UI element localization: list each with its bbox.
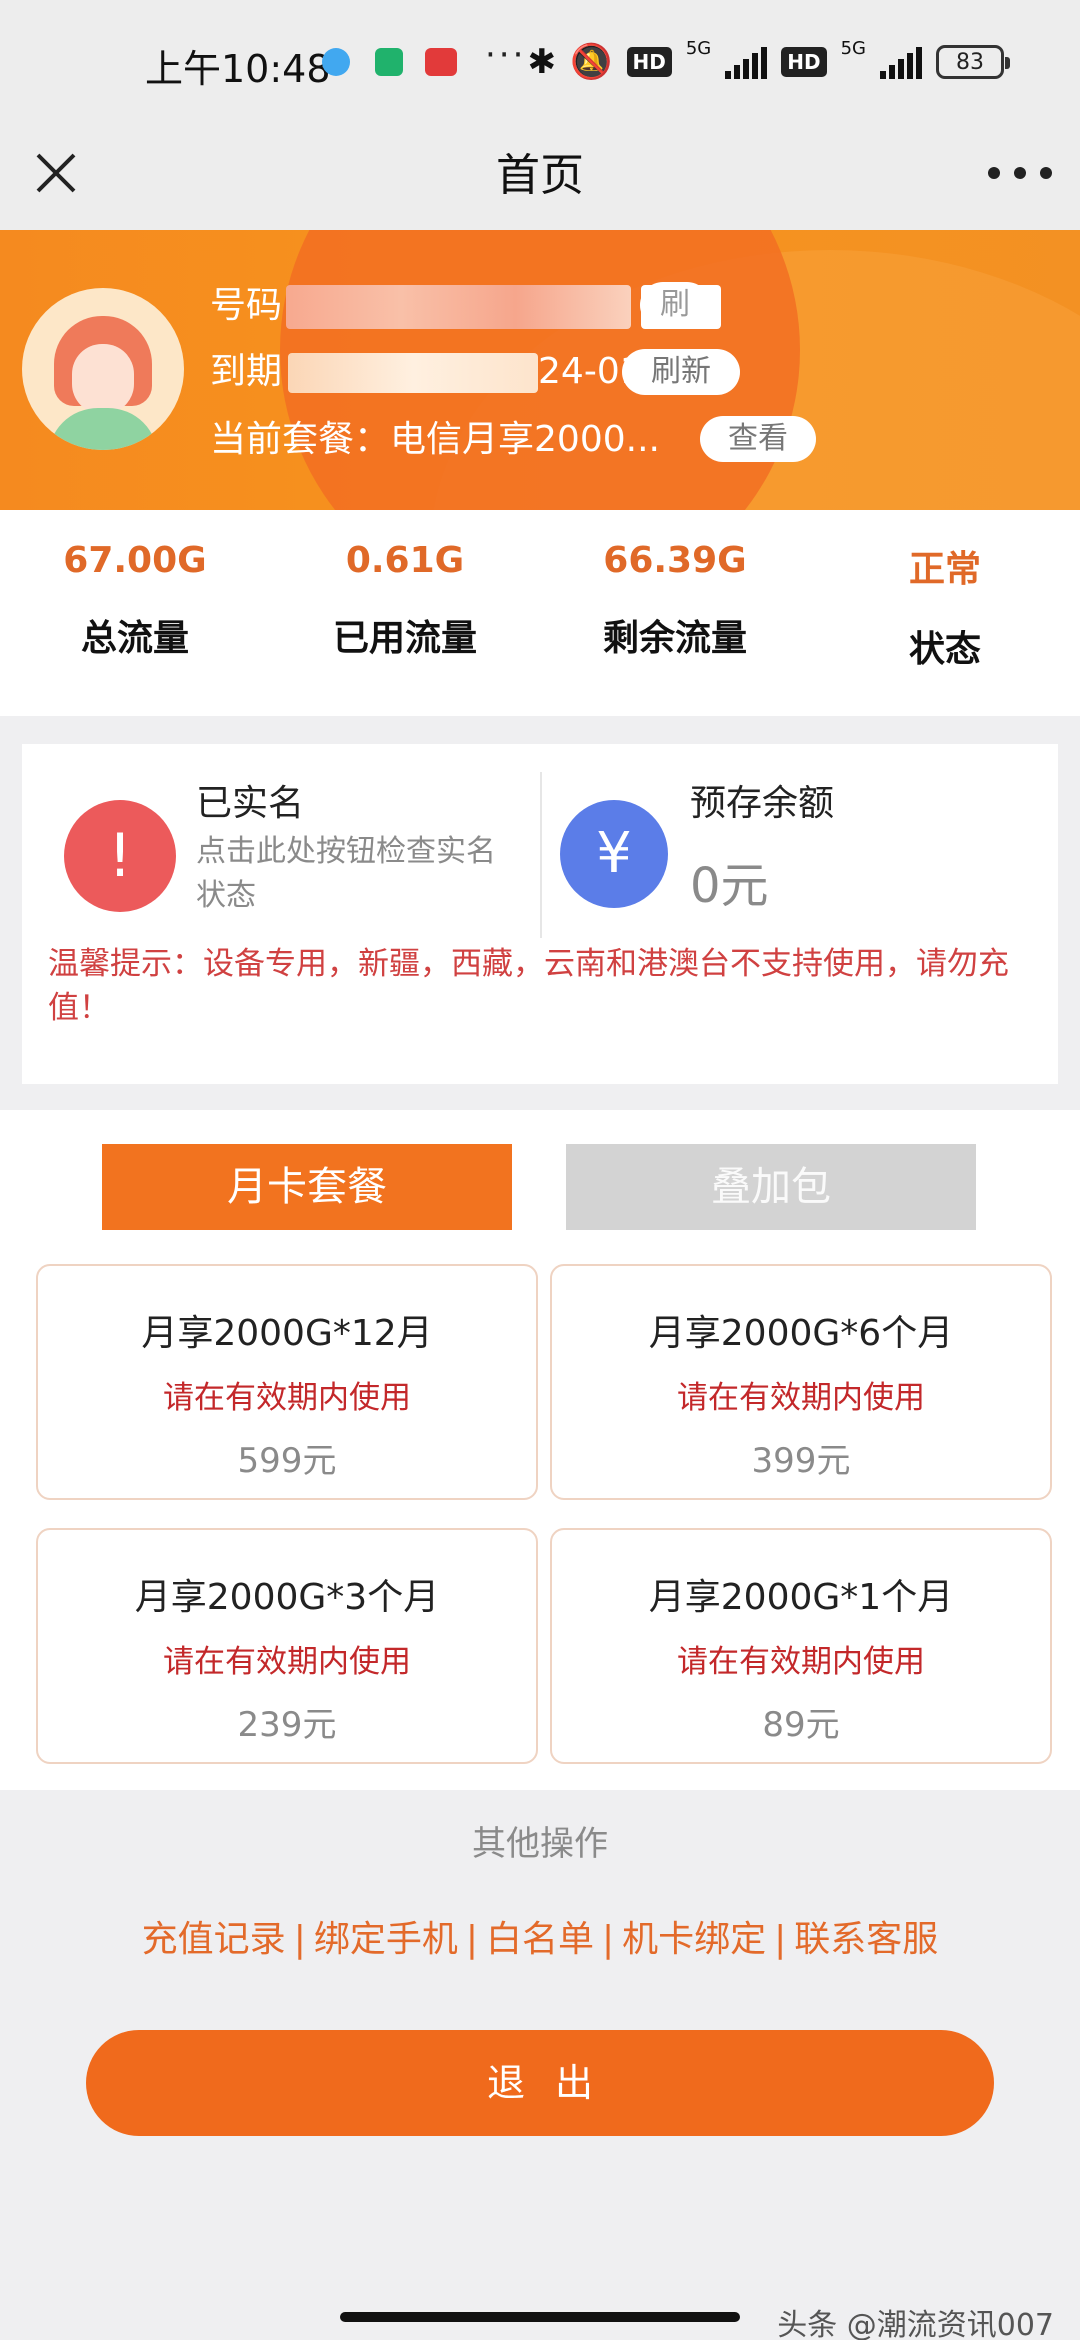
view-plan-button[interactable]: 查看 [700, 416, 816, 462]
status-right: ✱ 🔕 HD 5G HD 5G 83 [527, 38, 1010, 82]
package-note: 请在有效期内使用 [677, 1380, 925, 1416]
status-bar: 上午10:48 ··· ✱ 🔕 HD 5G HD 5G 83 [0, 0, 1080, 125]
info-card: ! 已实名 点击此处按钮检查实名状态 ¥ 预存余额 0元 温馨提示：设备专用，新… [22, 744, 1058, 1084]
plan-row: 当前套餐：电信月享2000... [210, 410, 660, 462]
ops-links: 充值记录 | 绑定手机 | 白名单 | 机卡绑定 | 联系客服 [0, 1910, 1080, 1962]
package-price: 89元 [762, 1705, 840, 1745]
more-menu-icon[interactable] [988, 151, 1052, 195]
verification-title: 已实名 [196, 783, 305, 824]
refresh-button[interactable]: 刷新 [622, 349, 740, 395]
package-card[interactable]: 月享2000G*1个月 请在有效期内使用 89元 [550, 1528, 1052, 1764]
page-title: 首页 [496, 150, 584, 201]
phone-label: 号码 [210, 285, 283, 326]
package-card[interactable]: 月享2000G*12月 请在有效期内使用 599元 [36, 1264, 538, 1500]
logout-button[interactable]: 退出 [86, 2030, 994, 2136]
recharge-history-link[interactable]: 充值记录 [142, 1919, 286, 1960]
yen-icon: ¥ [560, 800, 668, 908]
hd-badge-2: HD [781, 47, 827, 77]
separator: | [774, 1919, 787, 1960]
account-header: 号码 刷 到期 24-01-01 刷新 当前套餐：电信月享2000... 查看 [0, 230, 1080, 510]
plan-value: 电信月享2000... [390, 419, 660, 460]
traffic-stats: 67.00G 总流量 0.61G 已用流量 66.39G 剩余流量 正常 状态 [0, 510, 1080, 716]
battery-icon: 83 [936, 45, 1010, 79]
package-name: 月享2000G*1个月 [648, 1577, 954, 1618]
verification-hint[interactable]: 点击此处按钮检查实名状态 [196, 830, 496, 918]
separator: | [293, 1919, 306, 1960]
stat-total: 67.00G 总流量 [0, 510, 270, 716]
contact-support-link[interactable]: 联系客服 [794, 1919, 938, 1960]
stat-value: 67.00G [63, 540, 207, 581]
bluetooth-icon: ✱ [527, 42, 557, 82]
stat-label: 状态 [908, 629, 981, 670]
package-section: 月卡套餐 叠加包 月享2000G*12月 请在有效期内使用 599元 月享200… [0, 1110, 1080, 1790]
package-note: 请在有效期内使用 [163, 1644, 411, 1680]
stat-label: 剩余流量 [602, 618, 747, 659]
divider [540, 772, 542, 938]
package-name: 月享2000G*3个月 [134, 1577, 440, 1618]
device-binding-link[interactable]: 机卡绑定 [622, 1919, 766, 1960]
package-card[interactable]: 月享2000G*6个月 请在有效期内使用 399元 [550, 1264, 1052, 1500]
package-name: 月享2000G*12月 [141, 1313, 433, 1354]
package-name: 月享2000G*6个月 [648, 1313, 954, 1354]
package-note: 请在有效期内使用 [677, 1644, 925, 1680]
tab-monthly[interactable]: 月卡套餐 [102, 1144, 512, 1230]
stat-status: 正常 状态 [810, 510, 1080, 716]
separator: | [465, 1919, 478, 1960]
plan-label: 当前套餐： [210, 419, 391, 460]
app-icon [425, 48, 457, 76]
package-note: 请在有效期内使用 [163, 1380, 411, 1416]
stat-value: 正常 [908, 549, 981, 590]
whitelist-link[interactable]: 白名单 [486, 1919, 594, 1960]
hd-badge-1: HD [626, 47, 672, 77]
expiry-label: 到期 [210, 351, 283, 392]
tab-addon[interactable]: 叠加包 [566, 1144, 976, 1230]
more-notifications: ··· [485, 35, 527, 75]
expiry-redacted [288, 353, 539, 393]
package-price: 399元 [751, 1441, 851, 1481]
stat-label: 总流量 [80, 618, 189, 659]
watermark: 头条 @潮流资讯007 [777, 2308, 1054, 2340]
mute-icon: 🔕 [570, 42, 613, 82]
network-type-1: 5G [685, 37, 712, 59]
stat-value: 0.61G [345, 540, 465, 581]
alert-icon[interactable]: ! [64, 800, 176, 912]
home-indicator[interactable] [340, 2312, 740, 2322]
phone-refresh-button[interactable]: 刷 [640, 282, 710, 328]
other-ops-title: 其他操作 [472, 1824, 608, 1864]
warning-text: 温馨提示：设备专用，新疆，西藏，云南和港澳台不支持使用，请勿充值！ [48, 946, 1009, 1026]
package-card[interactable]: 月享2000G*3个月 请在有效期内使用 239元 [36, 1528, 538, 1764]
telegram-icon [322, 48, 350, 76]
signal-icon-2 [880, 45, 922, 79]
stat-remaining: 66.39G 剩余流量 [540, 510, 810, 716]
status-time: 上午10:48 [145, 47, 331, 91]
separator: | [602, 1919, 615, 1960]
package-price: 239元 [237, 1705, 337, 1745]
stat-used: 0.61G 已用流量 [270, 510, 540, 716]
nav-bar: 首页 [0, 125, 1080, 230]
network-type-2: 5G [840, 37, 866, 59]
download-icon [375, 48, 403, 76]
deposit-title: 预存余额 [690, 783, 835, 824]
package-price: 599元 [237, 1441, 337, 1481]
bind-phone-link[interactable]: 绑定手机 [314, 1919, 458, 1960]
phone-redacted [286, 285, 632, 329]
deposit-value: 0元 [690, 858, 769, 914]
signal-icon [725, 45, 768, 79]
stat-label: 已用流量 [332, 618, 477, 659]
stat-value: 66.39G [603, 540, 747, 581]
avatar [22, 288, 184, 450]
